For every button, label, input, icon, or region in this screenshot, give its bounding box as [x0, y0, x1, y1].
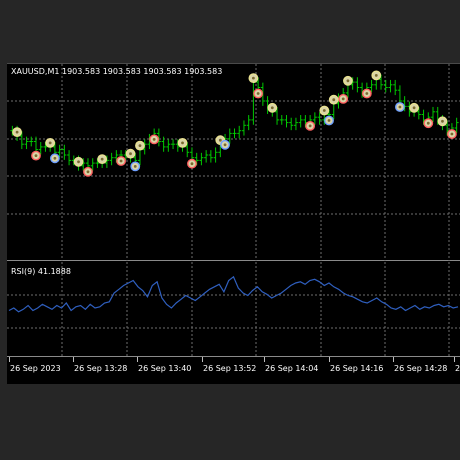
time-axis-label: 26 Sep 14:28: [394, 364, 448, 373]
trade-marker-dot: [119, 159, 123, 163]
trade-marker-dot: [77, 160, 80, 164]
trade-marker-dot: [332, 98, 336, 102]
time-axis-tick: [264, 357, 265, 362]
time-axis-tick: [73, 357, 74, 362]
time-axis-label: 2: [455, 364, 460, 373]
time-axis-tick: [393, 357, 394, 362]
trade-marker-dot: [327, 119, 331, 122]
trade-marker-dot: [450, 132, 454, 136]
time-axis-label: 26 Sep 14:16: [330, 364, 384, 373]
trade-marker-dot: [34, 154, 38, 157]
trade-marker-dot: [181, 141, 184, 145]
trade-marker-dot: [100, 157, 104, 161]
trade-marker-dot: [398, 105, 402, 109]
trade-marker-dot: [218, 138, 222, 142]
time-axis-tick: [9, 357, 10, 362]
time-axis-tick: [202, 357, 203, 362]
trade-marker-dot: [256, 92, 260, 95]
time-axis-label: 26 Sep 2023: [10, 364, 61, 373]
trade-marker-dot: [129, 152, 132, 156]
rsi-pane[interactable]: [7, 262, 460, 357]
trade-marker-dot: [412, 106, 416, 110]
trade-marker-dot: [252, 76, 255, 80]
trade-marker-dot: [48, 141, 52, 145]
trade-marker-dot: [341, 97, 345, 101]
trade-marker-dot: [223, 143, 227, 147]
time-axis-label: 26 Sep 13:52: [203, 364, 257, 373]
time-axis-tick: [137, 357, 138, 362]
trade-marker-dot: [374, 74, 378, 77]
trade-marker-dot: [86, 170, 90, 174]
trade-marker-dot: [426, 121, 430, 125]
rsi-line: [8, 275, 459, 313]
time-axis-tick: [454, 357, 455, 362]
price-pane[interactable]: [7, 64, 460, 261]
trade-marker-dot: [308, 124, 312, 128]
time-axis-label: 26 Sep 14:04: [265, 364, 319, 373]
time-axis-label: 26 Sep 13:40: [138, 364, 192, 373]
time-axis-label: 26 Sep 13:28: [74, 364, 128, 373]
trade-marker-dot: [441, 119, 444, 123]
trade-marker-dot: [15, 130, 19, 134]
time-axis-tick: [329, 357, 330, 362]
trade-marker-dot: [346, 79, 350, 83]
trade-marker-dot: [270, 106, 274, 110]
symbol-title: XAUUSD,M1 1903.583 1903.583 1903.583 190…: [11, 67, 223, 76]
trade-marker-dot: [133, 165, 137, 168]
rsi-title: RSI(9) 41.1888: [11, 267, 71, 276]
trade-marker-dot: [322, 109, 326, 112]
chart-window[interactable]: XAUUSD,M1 1903.583 1903.583 1903.583 190…: [7, 63, 460, 384]
trade-marker-dot: [138, 144, 142, 147]
trade-marker-dot: [365, 92, 369, 95]
trade-marker-dot: [190, 162, 194, 166]
trade-marker-dot: [152, 138, 156, 141]
trade-marker-dot: [53, 156, 57, 160]
